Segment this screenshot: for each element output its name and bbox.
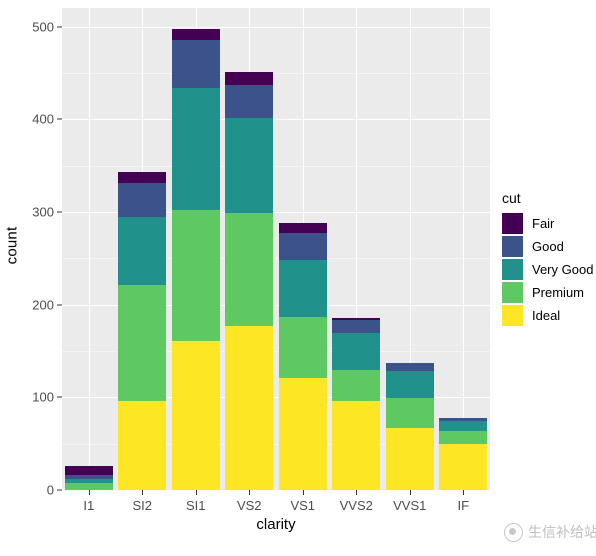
bar-segment-SI2-ideal [118, 401, 167, 490]
bar-segment-VVS2-fair [332, 317, 381, 321]
legend-key-swatch [502, 259, 523, 280]
legend-item-label: Premium [532, 285, 585, 300]
x-tick-mark [142, 490, 144, 495]
y-tick-label: 0 [46, 482, 54, 498]
bar-segment-VVS2-premium [332, 370, 381, 401]
bar-segment-SI1-fair [171, 29, 220, 40]
x-tick-label-IF: IF [457, 498, 470, 513]
y-tick-label: 100 [32, 389, 54, 405]
bar-segment-VS1-very-good [278, 260, 327, 317]
x-tick-mark [88, 490, 90, 495]
x-axis-ticks: I1 SI2 SI1 VS2 VS1 VVS2 VVS1 IF [62, 490, 490, 516]
bar-VS2 [225, 8, 274, 490]
bar-segment-VS1-good [278, 233, 327, 261]
bar-segment-VS2-good [225, 84, 274, 119]
bar-segment-VS1-fair [278, 223, 327, 234]
x-tick-label-SI1: SI1 [185, 498, 206, 513]
bar-segment-IF-premium [439, 430, 488, 444]
legend: cut Fair Good Very Good Premium Ideal [502, 190, 594, 327]
legend-item-very-good: Very Good [502, 258, 594, 281]
legend-key-swatch [502, 305, 523, 326]
bar-segment-SI1-premium [171, 210, 220, 341]
x-tick-label-SI2: SI2 [132, 498, 153, 513]
legend-item-premium: Premium [502, 281, 594, 304]
bar-segment-SI2-fair [118, 172, 167, 184]
x-tick-label-VVS2: VVS2 [339, 498, 373, 513]
x-tick-label-VS1: VS1 [290, 498, 316, 513]
bar-segment-SI2-good [118, 183, 167, 218]
stacked-bar-chart: count 0 100 200 300 400 500 I1 SI2 SI1 VS2 VS1 VVS… [0, 0, 596, 556]
bar-segment-VS2-fair [225, 71, 274, 85]
x-tick-mark [409, 490, 411, 495]
x-axis-title: clarity [62, 516, 490, 533]
legend-item-label: Good [532, 239, 564, 254]
bar-VS1 [278, 8, 327, 490]
x-tick-mark [195, 490, 197, 495]
x-tick-mark [463, 490, 465, 495]
bar-segment-IF-good [439, 417, 488, 422]
legend-item-good: Good [502, 235, 594, 258]
bar-segment-SI2-premium [118, 285, 167, 401]
x-axis-title-label: clarity [256, 516, 296, 533]
bar-segment-VVS2-very-good [332, 333, 381, 371]
bar-I1 [64, 8, 113, 490]
legend-item-label: Fair [532, 216, 555, 231]
legend-item-label: Very Good [532, 262, 594, 277]
bar-segment-VVS1-very-good [385, 371, 434, 399]
legend-item-label: Ideal [532, 308, 561, 323]
bar-segment-VVS1-good [385, 363, 434, 372]
bar-SI1 [171, 8, 220, 490]
y-tick-label: 400 [32, 111, 54, 127]
x-tick-mark [249, 490, 251, 495]
x-tick-label-VS2: VS2 [236, 498, 262, 513]
x-tick-label-I1: I1 [83, 498, 95, 513]
legend-key-swatch [502, 282, 523, 303]
bar-segment-VVS1-premium [385, 398, 434, 428]
bar-VVS2 [332, 8, 381, 490]
bar-SI2 [118, 8, 167, 490]
y-axis-ticks: 0 100 200 300 400 500 [22, 0, 62, 520]
bar-segment-VVS1-ideal [385, 427, 434, 490]
bar-segment-IF-very-good [439, 421, 488, 431]
bar-segment-IF-ideal [439, 443, 488, 490]
x-tick-mark [302, 490, 304, 495]
bar-IF [439, 8, 488, 490]
bar-segment-I1-fair [64, 465, 113, 476]
y-tick-label: 300 [32, 204, 54, 220]
plot-panel [62, 8, 490, 490]
legend-item-ideal: Ideal [502, 304, 594, 327]
legend-key-swatch [502, 213, 523, 234]
bar-segment-VS2-premium [225, 212, 274, 326]
bar-segment-VVS2-ideal [332, 401, 381, 490]
bar-segment-SI1-ideal [171, 340, 220, 490]
bar-segment-SI2-very-good [118, 217, 167, 286]
y-axis-title-label: count [3, 226, 21, 264]
bar-segment-I1-good [64, 475, 113, 479]
bar-segment-VVS2-good [332, 320, 381, 334]
y-tick-label: 500 [32, 19, 54, 35]
legend-key-swatch [502, 236, 523, 257]
bar-segment-VS2-very-good [225, 118, 274, 213]
legend-item-fair: Fair [502, 212, 594, 235]
bar-segment-I1-premium [64, 482, 113, 490]
x-tick-mark [356, 490, 358, 495]
bar-segment-I1-very-good [64, 478, 113, 483]
legend-items: Fair Good Very Good Premium Ideal [502, 212, 594, 327]
bar-segment-VS1-ideal [278, 377, 327, 490]
bar-segment-VS1-premium [278, 316, 327, 378]
bar-segment-SI1-very-good [171, 87, 220, 211]
bar-segment-SI1-good [171, 39, 220, 88]
y-tick-label: 200 [32, 297, 54, 313]
watermark-text: 生信补给站 [528, 524, 596, 540]
watermark: 生信补给站 [504, 522, 596, 542]
legend-title: cut [502, 190, 521, 206]
x-tick-label-VVS1: VVS1 [393, 498, 427, 513]
bar-segment-VS2-ideal [225, 325, 274, 490]
bar-VVS1 [385, 8, 434, 490]
y-axis-title: count [2, 0, 22, 490]
watermark-logo-icon [504, 522, 523, 542]
